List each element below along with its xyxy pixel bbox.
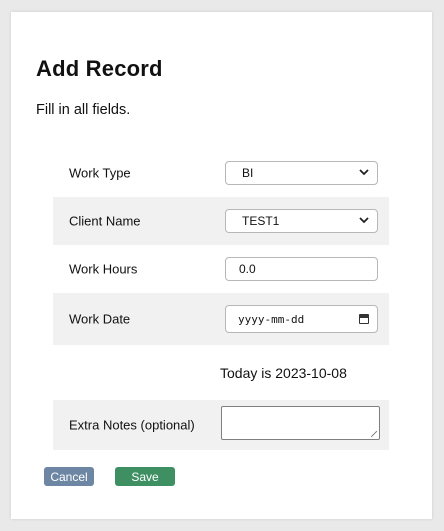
chevron-down-icon	[359, 216, 369, 227]
resize-handle-icon[interactable]	[371, 431, 377, 437]
add-record-card: Add Record Fill in all fields. Work Type…	[11, 12, 432, 519]
work-date-placeholder: yyyy-mm-dd	[238, 312, 305, 326]
work-hours-row: Work Hours 0.0	[53, 245, 389, 293]
today-row: Today is 2023-10-08	[53, 345, 389, 400]
extra-notes-row: Extra Notes (optional)	[53, 400, 389, 450]
record-form: Work Type BI Client Name TEST1 Work Hour…	[53, 149, 389, 450]
work-type-row: Work Type BI	[53, 149, 389, 197]
work-hours-input[interactable]: 0.0	[225, 257, 378, 281]
work-hours-value: 0.0	[239, 262, 256, 276]
chevron-down-icon	[359, 168, 369, 179]
extra-notes-textarea[interactable]	[221, 406, 380, 440]
client-name-select[interactable]: TEST1	[225, 209, 378, 233]
save-button[interactable]: Save	[115, 467, 175, 486]
work-type-value: BI	[242, 166, 254, 180]
work-type-label: Work Type	[69, 165, 131, 181]
cancel-button[interactable]: Cancel	[44, 467, 94, 486]
work-date-label: Work Date	[69, 311, 131, 327]
work-date-row: Work Date yyyy-mm-dd	[53, 293, 389, 345]
extra-notes-label: Extra Notes (optional)	[69, 417, 195, 433]
form-instructions: Fill in all fields.	[36, 102, 131, 118]
work-hours-label: Work Hours	[69, 261, 138, 277]
calendar-icon[interactable]	[359, 314, 369, 324]
client-name-value: TEST1	[242, 214, 280, 228]
page-title: Add Record	[36, 56, 163, 81]
client-name-row: Client Name TEST1	[53, 197, 389, 245]
client-name-label: Client Name	[69, 213, 141, 229]
today-date-text: Today is 2023-10-08	[220, 364, 347, 381]
work-date-input[interactable]: yyyy-mm-dd	[225, 305, 378, 333]
work-type-select[interactable]: BI	[225, 161, 378, 185]
